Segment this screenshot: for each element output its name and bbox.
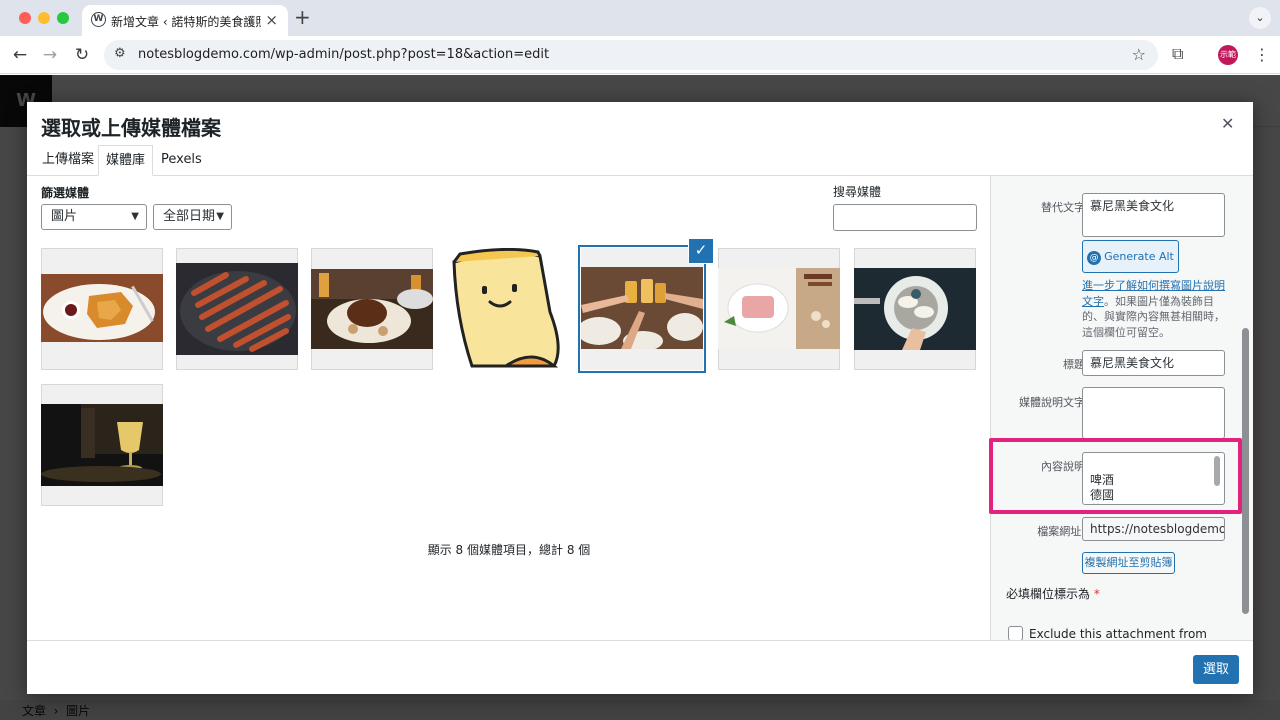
generate-alt-label: Generate Alt <box>1104 250 1174 263</box>
date-filter-value: 全部日期 <box>163 209 216 224</box>
textarea-scrollbar[interactable] <box>1214 456 1220 486</box>
media-type-select[interactable]: 圖片 ▼ <box>41 204 147 230</box>
description-label: 內容說明 <box>1041 460 1085 473</box>
caption-label: 媒體說明文字 <box>1019 396 1085 409</box>
forward-icon[interactable]: → <box>39 44 61 66</box>
chevron-down-icon: ▼ <box>131 211 139 222</box>
profile-avatar[interactable]: 示範 <box>1218 45 1238 65</box>
description-field[interactable]: 啤酒 德國 慕尼黑 <box>1082 452 1225 505</box>
maximize-window-button[interactable] <box>57 12 69 24</box>
close-icon[interactable]: ✕ <box>1221 114 1234 133</box>
browser-tab-strip: W 新增文章 ‹ 諾特斯的美食護照 — × + ⌄ <box>0 0 1280 36</box>
alt-text-label: 替代文字 <box>1041 201 1085 214</box>
media-item[interactable] <box>176 248 298 370</box>
alt-text-help: 進一步了解如何撰寫圖片說明文字。如果圖片僅為裝飾目的、與實際內容無甚相關時，這個… <box>1082 278 1228 340</box>
media-item[interactable] <box>41 384 163 506</box>
site-info-icon[interactable]: ⚙ <box>114 46 126 61</box>
browser-menu-icon[interactable]: ⋮ <box>1254 45 1270 64</box>
browser-toolbar: ← → ↻ ⚙ notesblogdemo.com/wp-admin/post.… <box>0 36 1280 74</box>
thumbnail-image <box>446 248 568 370</box>
thumbnail-image <box>41 404 163 486</box>
thumbnail-image <box>311 269 433 349</box>
required-fields-note: 必填欄位標示為 * <box>1006 585 1100 602</box>
selected-check-icon[interactable]: ✓ <box>689 239 713 263</box>
tab-close-icon[interactable]: × <box>265 11 278 29</box>
file-url-field[interactable]: https://notesblogdemo.c <box>1082 517 1225 541</box>
filter-label: 篩選媒體 <box>41 186 90 200</box>
sidebar-scrollbar[interactable] <box>1242 328 1249 614</box>
chevron-down-icon: ▼ <box>216 211 224 222</box>
caption-field[interactable] <box>1082 387 1225 439</box>
browser-tab[interactable]: W 新增文章 ‹ 諾特斯的美食護照 — × <box>82 5 288 36</box>
thumbnail-image <box>581 267 703 349</box>
media-item[interactable] <box>581 248 703 370</box>
date-filter-select[interactable]: 全部日期 ▼ <box>153 204 232 230</box>
thumbnail-image <box>718 268 840 349</box>
alt-text-field[interactable]: 慕尼黑美食文化 <box>1082 193 1225 237</box>
title-field[interactable]: 慕尼黑美食文化 <box>1082 350 1225 376</box>
tab-media-library[interactable]: 媒體庫 <box>98 145 154 176</box>
media-item[interactable] <box>311 248 433 370</box>
exclude-attachment-label: Exclude this attachment from <box>1029 627 1207 640</box>
minimize-window-button[interactable] <box>38 12 50 24</box>
back-icon[interactable]: ← <box>9 44 31 66</box>
tab-search-icon[interactable]: ⌄ <box>1249 7 1271 29</box>
tab-pexels[interactable]: Pexels <box>154 145 209 176</box>
media-item[interactable] <box>446 248 568 370</box>
modal-title: 選取或上傳媒體檔案 <box>41 116 221 140</box>
ai-at-icon: @ <box>1087 251 1102 265</box>
extensions-icon[interactable]: ⧉ <box>1172 44 1183 64</box>
thumbnail-image <box>176 263 298 355</box>
tab-upload[interactable]: 上傳檔案 <box>35 145 101 176</box>
address-bar[interactable]: ⚙ notesblogdemo.com/wp-admin/post.php?po… <box>104 40 1158 70</box>
close-window-button[interactable] <box>19 12 31 24</box>
tab-title: 新增文章 ‹ 諾特斯的美食護照 — <box>111 15 261 29</box>
file-url-label: 檔案網址: <box>1037 525 1085 538</box>
new-tab-button[interactable]: + <box>294 6 311 28</box>
select-button[interactable]: 選取 <box>1193 655 1239 684</box>
modal-footer-toolbar: 選取 <box>27 640 1253 694</box>
media-type-value: 圖片 <box>51 209 78 224</box>
alt-text-help-text: 。如果圖片僅為裝飾目的、與實際內容無甚相關時，這個欄位可留空。 <box>1082 294 1225 339</box>
media-modal: 選取或上傳媒體檔案 ✕ 上傳檔案 媒體庫 Pexels 篩選媒體 圖片 ▼ 全部… <box>27 102 1253 694</box>
thumbnail-image <box>41 274 163 342</box>
search-label: 搜尋媒體 <box>833 185 882 199</box>
media-count-status: 顯示 8 個媒體項目，總計 8 個 <box>427 543 591 557</box>
wordpress-favicon-icon: W <box>91 12 106 27</box>
bookmark-star-icon[interactable]: ☆ <box>1132 45 1146 64</box>
reload-icon[interactable]: ↻ <box>71 44 93 66</box>
thumbnail-image <box>854 268 976 350</box>
copy-url-button[interactable]: 複製網址至剪貼簿 <box>1082 552 1175 574</box>
exclude-attachment-checkbox[interactable] <box>1008 626 1023 640</box>
url-text[interactable]: notesblogdemo.com/wp-admin/post.php?post… <box>138 47 549 62</box>
media-item[interactable] <box>718 248 840 370</box>
required-star: * <box>1093 587 1100 601</box>
description-value: 啤酒 德國 慕尼黑 <box>1090 473 1126 504</box>
required-note-text: 必填欄位標示為 <box>1006 587 1091 601</box>
media-item[interactable] <box>41 248 163 370</box>
media-item[interactable] <box>854 248 976 370</box>
search-input[interactable] <box>833 204 977 231</box>
generate-alt-button[interactable]: @ Generate Alt <box>1082 240 1179 273</box>
media-tabs: 上傳檔案 媒體庫 Pexels <box>27 145 1253 176</box>
attachment-details-sidebar: 替代文字 慕尼黑美食文化 @ Generate Alt 進一步了解如何撰寫圖片說明… <box>990 176 1253 640</box>
